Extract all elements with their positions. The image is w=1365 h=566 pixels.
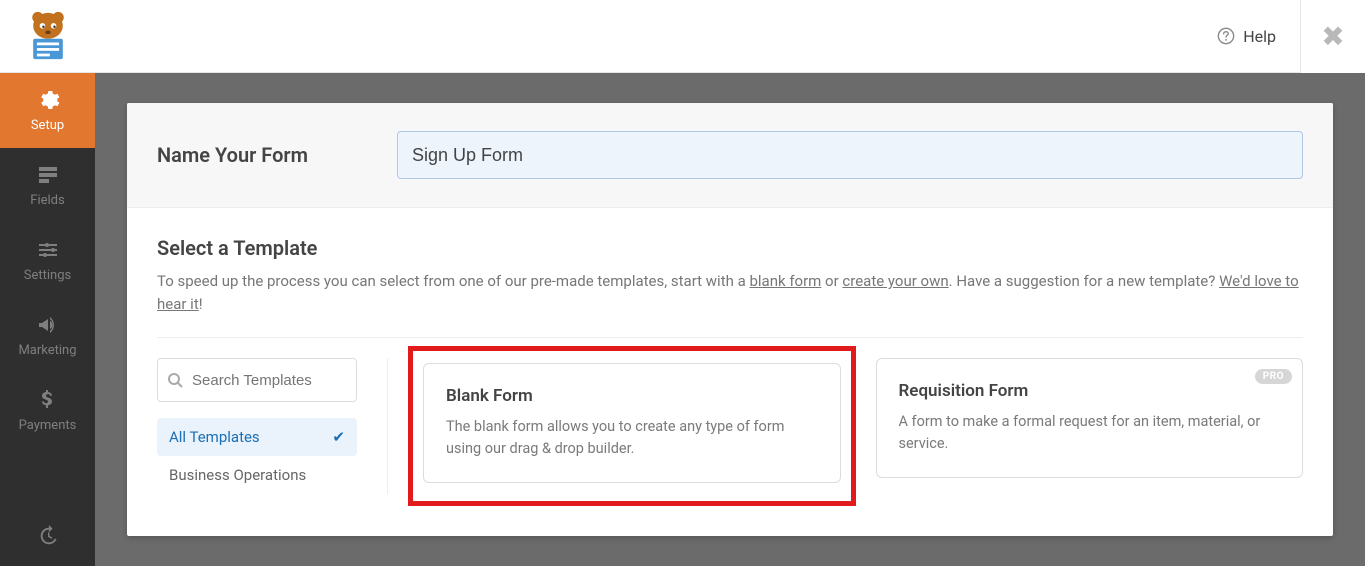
help-icon: [1217, 27, 1235, 45]
sidebar: Setup Fields Settings Marketing Payments: [0, 73, 95, 566]
template-categories: All Templates ✔ Business Operations: [157, 358, 357, 494]
close-button[interactable]: ✖: [1300, 0, 1365, 73]
sidebar-history-button[interactable]: [0, 506, 95, 566]
category-business-operations[interactable]: Business Operations: [157, 456, 357, 494]
wpforms-logo-icon: [20, 11, 76, 61]
sliders-icon: [36, 238, 60, 262]
category-all-templates[interactable]: All Templates ✔: [157, 418, 357, 456]
template-card-desc: The blank form allows you to create any …: [446, 416, 818, 460]
dollar-icon: [36, 388, 60, 412]
bullhorn-icon: [36, 313, 60, 337]
template-highlight: Blank Form The blank form allows you to …: [408, 346, 856, 506]
sidebar-item-label: Fields: [30, 193, 64, 208]
subtitle-text: !: [199, 295, 203, 313]
sidebar-item-label: Settings: [24, 268, 71, 283]
blank-form-link[interactable]: blank form: [749, 272, 821, 290]
fields-icon: [36, 163, 60, 187]
app-logo: [0, 0, 95, 73]
main-card: Name Your Form Select a Template To spee…: [127, 103, 1333, 536]
template-grid: Blank Form The blank form allows you to …: [387, 358, 1303, 494]
gear-icon: [36, 88, 60, 112]
search-icon: [167, 372, 183, 388]
template-section: Select a Template To speed up the proces…: [127, 208, 1333, 522]
sidebar-item-label: Payments: [19, 418, 77, 433]
pro-badge: PRO: [1255, 369, 1292, 384]
form-name-label: Name Your Form: [157, 143, 377, 167]
template-card-title: Blank Form: [446, 386, 818, 406]
sidebar-item-payments[interactable]: Payments: [0, 373, 95, 448]
check-icon: ✔: [332, 428, 345, 446]
help-link[interactable]: Help: [1217, 27, 1276, 46]
template-card-wrap: PRO Requisition Form A form to make a fo…: [876, 358, 1304, 494]
template-title: Select a Template: [157, 236, 1303, 260]
template-body: All Templates ✔ Business Operations Blan…: [157, 358, 1303, 494]
template-search: [157, 358, 357, 402]
sidebar-item-marketing[interactable]: Marketing: [0, 298, 95, 373]
template-card-requisition-form[interactable]: PRO Requisition Form A form to make a fo…: [876, 358, 1304, 478]
name-section: Name Your Form: [127, 103, 1333, 208]
history-icon: [37, 525, 59, 547]
template-card-desc: A form to make a formal request for an i…: [899, 411, 1281, 455]
category-label: All Templates: [169, 428, 260, 446]
template-card-title: Requisition Form: [899, 381, 1281, 401]
help-label: Help: [1243, 27, 1276, 46]
close-icon: ✖: [1321, 20, 1344, 53]
template-search-input[interactable]: [157, 358, 357, 402]
topbar: Help: [0, 0, 1300, 73]
sidebar-item-label: Marketing: [18, 343, 76, 358]
template-card-wrap: Blank Form The blank form allows you to …: [418, 358, 846, 494]
sidebar-item-setup[interactable]: Setup: [0, 73, 95, 148]
subtitle-text: To speed up the process you can select f…: [157, 272, 749, 290]
create-own-link[interactable]: create your own: [842, 272, 948, 290]
category-label: Business Operations: [169, 466, 306, 484]
template-subtitle: To speed up the process you can select f…: [157, 270, 1303, 315]
content-area: Name Your Form Select a Template To spee…: [95, 73, 1365, 566]
form-name-input[interactable]: [397, 131, 1303, 179]
divider: [157, 337, 1303, 338]
subtitle-text: or: [821, 272, 842, 290]
subtitle-text: . Have a suggestion for a new template?: [949, 272, 1219, 290]
sidebar-item-label: Setup: [31, 118, 64, 133]
sidebar-item-settings[interactable]: Settings: [0, 223, 95, 298]
template-card-blank-form[interactable]: Blank Form The blank form allows you to …: [423, 363, 841, 483]
sidebar-item-fields[interactable]: Fields: [0, 148, 95, 223]
